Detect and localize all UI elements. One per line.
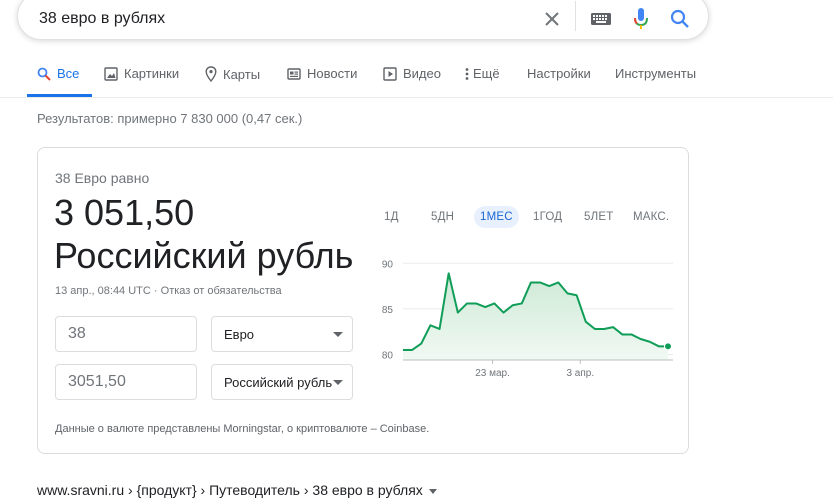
result-breadcrumb[interactable]: www.sravni.ru › {продукт} › Путеводитель… [37,482,437,498]
breadcrumb-text: www.sravni.ru › {продукт} › Путеводитель… [37,482,423,498]
chevron-down-icon [333,332,343,337]
tabs-divider [0,97,833,98]
search-box[interactable]: 38 евро в рублях [17,0,709,40]
news-icon [287,67,301,80]
tab-all[interactable]: Все [37,66,79,81]
range-max[interactable]: МАКС. [633,206,669,228]
tab-maps[interactable]: Карты [205,66,260,82]
to-currency-label: Российский рубль [224,375,333,390]
chevron-down-icon[interactable] [428,488,437,494]
range-1m[interactable]: 1МЕС [474,206,519,228]
range-1y[interactable]: 1ГОД [533,206,562,228]
tab-tools[interactable]: Инструменты [615,66,696,81]
search-divider [575,1,576,31]
last-point-marker [664,342,672,351]
rate-timestamp: 13 апр., 08:44 UTC [55,285,151,297]
tab-more[interactable]: Ещё [465,66,500,81]
y-tick-label: 90 [382,259,394,270]
search-icon[interactable] [668,7,692,31]
range-1d[interactable]: 1Д [384,206,399,228]
from-amount-input[interactable]: 38 [55,316,197,352]
search-tabs: Все Картинки Карты Новости Видео Ещё Нас… [0,62,833,98]
search-icon [37,67,51,81]
tab-label: Новости [307,66,358,81]
result-currency: Российский рубль [54,235,354,276]
more-vert-icon [465,67,469,81]
tab-label: Инструменты [615,66,697,81]
tab-video[interactable]: Видео [383,66,441,81]
rate-meta: 13 апр., 08:44 UTC · Отказ от обязательс… [55,285,282,297]
x-tick-label: 3 апр. [566,368,594,378]
tab-label: Настройки [527,66,591,81]
results-count: Результатов: примерно 7 830 000 (0,47 се… [37,111,303,126]
y-tick-label: 85 [382,305,394,316]
clear-search-icon[interactable] [540,7,564,31]
range-5y[interactable]: 5ЛЕТ [584,206,613,228]
image-icon [104,66,118,81]
exchange-rate-chart[interactable]: 80 85 90 23 мар. 3 апр. [363,248,678,378]
from-currency-select[interactable]: Евро [211,316,353,352]
equals-label: 38 Евро равно [55,170,150,186]
chevron-down-icon [333,380,343,385]
tab-label: Все [57,66,80,81]
source-note: Данные о валюте представлены Morningstar… [55,423,430,435]
tab-images[interactable]: Картинки [104,66,179,81]
map-pin-icon [205,66,217,82]
to-currency-select[interactable]: Российский рубль [211,364,353,400]
from-currency-label: Евро [224,327,255,342]
chart-area-fill [403,273,668,360]
disclaimer-link[interactable]: Отказ от обязательства [161,285,282,297]
keyboard-icon[interactable] [589,7,613,31]
tab-label: Карты [223,66,261,82]
result-value: 3 051,50 [54,192,195,233]
tab-label: Картинки [124,66,180,81]
tab-news[interactable]: Новости [287,66,357,81]
microphone-icon[interactable] [629,7,653,31]
tab-label: Видео [403,66,441,81]
to-amount-input[interactable]: 3051,50 [55,364,197,400]
y-tick-label: 80 [382,351,394,362]
meta-separator: · [153,285,158,297]
search-input[interactable]: 38 евро в рублях [39,10,165,28]
tab-settings[interactable]: Настройки [527,66,591,81]
currency-converter-card: 38 Евро равно 3 051,50 Российский рубль … [37,147,689,454]
tab-label: Ещё [473,66,500,81]
video-icon [383,66,397,81]
range-5d[interactable]: 5ДН [431,206,454,228]
x-tick-label: 23 мар. [475,368,510,378]
